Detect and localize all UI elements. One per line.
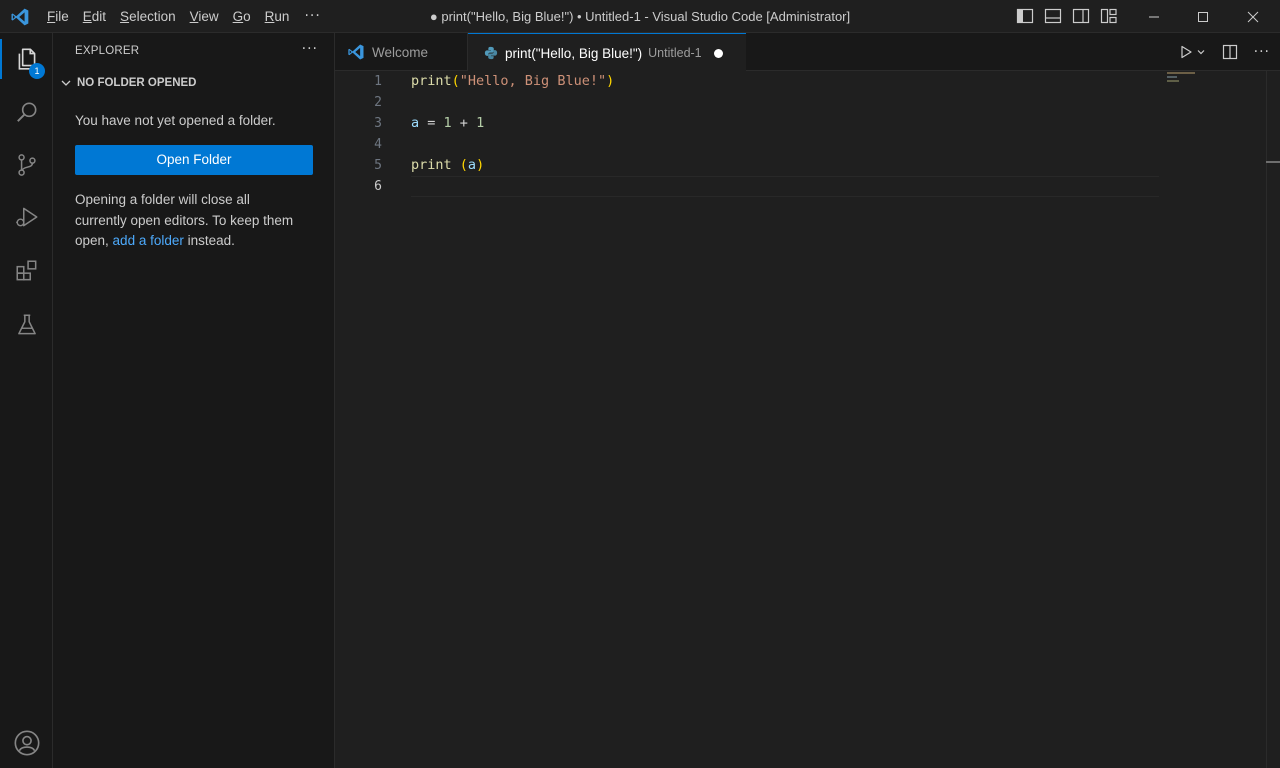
maximize-button[interactable] bbox=[1179, 0, 1227, 33]
menu-view[interactable]: View bbox=[183, 0, 226, 33]
minimap[interactable] bbox=[1165, 71, 1265, 91]
no-folder-section-header[interactable]: NO FOLDER OPENED bbox=[59, 76, 196, 90]
sidebar-more-actions-button[interactable]: ··· bbox=[302, 41, 318, 57]
minimize-button[interactable] bbox=[1130, 0, 1178, 33]
tab-welcome[interactable]: Welcome bbox=[335, 33, 468, 71]
activity-explorer[interactable]: 1 bbox=[0, 35, 53, 83]
title-bar: File Edit Selection View Go Run ··· ● pr… bbox=[0, 0, 1280, 33]
editor-actions: ··· bbox=[1178, 33, 1270, 71]
menu-more-button[interactable]: ··· bbox=[296, 0, 328, 33]
explorer-sidebar: EXPLORER ··· NO FOLDER OPENED You have n… bbox=[53, 33, 335, 768]
testing-icon bbox=[17, 314, 36, 335]
section-title: NO FOLDER OPENED bbox=[77, 77, 197, 89]
menu-edit[interactable]: Edit bbox=[76, 0, 113, 33]
activity-source-control[interactable] bbox=[0, 141, 53, 189]
note-line-2: currently open editors. To keep them bbox=[75, 212, 294, 228]
toggle-secondary-sidebar-icon[interactable] bbox=[1072, 8, 1090, 24]
editor-tab-bar: Welcome print("Hello, Big Blue!") Untitl… bbox=[335, 33, 1280, 72]
code-line-1[interactable]: print("Hello, Big Blue!") bbox=[411, 71, 614, 92]
menu-selection[interactable]: Selection bbox=[113, 0, 183, 33]
line-number-current: 6 bbox=[374, 179, 382, 194]
menu-file[interactable]: File bbox=[40, 0, 76, 33]
layout-controls bbox=[1016, 8, 1118, 24]
python-icon bbox=[484, 46, 498, 60]
run-debug-icon bbox=[15, 207, 38, 227]
note-line-3: open, add a folder instead. bbox=[75, 233, 235, 248]
line-number: 1 bbox=[374, 74, 382, 89]
chevron-down-icon bbox=[61, 80, 71, 86]
run-python-file-icon[interactable] bbox=[1178, 44, 1194, 60]
line-number: 5 bbox=[374, 158, 382, 173]
activity-run-debug[interactable] bbox=[0, 193, 53, 241]
chevron-down-icon[interactable] bbox=[1196, 44, 1206, 60]
line-number: 3 bbox=[374, 116, 382, 131]
note-line-1: Opening a folder will close all bbox=[75, 192, 250, 207]
source-control-icon bbox=[17, 154, 36, 176]
sidebar-title: EXPLORER bbox=[75, 45, 140, 57]
explorer-badge: 1 bbox=[29, 63, 45, 79]
vertical-scrollbar[interactable] bbox=[1266, 71, 1280, 768]
maximize-icon bbox=[1198, 11, 1208, 22]
code-line-5[interactable]: print (a) bbox=[411, 155, 484, 176]
scrollbar-cursor-marker bbox=[1266, 161, 1280, 163]
vscode-logo-icon bbox=[348, 44, 364, 60]
menu-run[interactable]: Run bbox=[258, 0, 297, 33]
activity-bar: 1 bbox=[0, 33, 53, 768]
toggle-primary-sidebar-icon[interactable] bbox=[1016, 8, 1034, 24]
tab-welcome-label: Welcome bbox=[372, 44, 429, 60]
activity-testing[interactable] bbox=[0, 301, 53, 349]
activity-search[interactable] bbox=[0, 88, 53, 136]
no-folder-message: You have not yet opened a folder. bbox=[75, 113, 276, 128]
activity-extensions[interactable] bbox=[0, 247, 53, 295]
add-folder-link[interactable]: add a folder bbox=[113, 233, 184, 248]
vscode-logo-icon bbox=[11, 8, 29, 26]
line-number: 4 bbox=[374, 137, 382, 152]
menu-bar: File Edit Selection View Go Run ··· bbox=[40, 0, 329, 33]
activity-accounts[interactable] bbox=[0, 719, 53, 767]
unsaved-dot-icon[interactable] bbox=[713, 48, 723, 58]
split-editor-icon[interactable] bbox=[1222, 44, 1238, 60]
account-icon bbox=[14, 730, 39, 756]
line-number: 2 bbox=[374, 95, 382, 110]
menu-go[interactable]: Go bbox=[226, 0, 258, 33]
tab-untitled-1[interactable]: print("Hello, Big Blue!") Untitled-1 bbox=[468, 33, 746, 72]
close-icon bbox=[1247, 11, 1259, 22]
open-folder-button[interactable]: Open Folder bbox=[75, 145, 313, 175]
minimize-icon bbox=[1149, 16, 1159, 17]
search-icon bbox=[16, 102, 36, 122]
customize-layout-icon[interactable] bbox=[1100, 8, 1118, 24]
toggle-panel-icon[interactable] bbox=[1044, 8, 1062, 24]
tab-description: Untitled-1 bbox=[648, 46, 702, 60]
tab-title: print("Hello, Big Blue!") bbox=[505, 45, 643, 61]
extensions-icon bbox=[15, 260, 36, 281]
code-line-3[interactable]: a = 1 + 1 bbox=[411, 113, 484, 134]
code-editor[interactable]: 1 2 3 4 5 6 print("Hello, Big Blue!") a … bbox=[335, 71, 1280, 768]
open-folder-note: Opening a folder will close all currentl… bbox=[75, 190, 320, 252]
close-window-button[interactable] bbox=[1229, 0, 1277, 33]
more-actions-icon[interactable]: ··· bbox=[1254, 44, 1270, 60]
current-line-highlight bbox=[411, 176, 1159, 197]
